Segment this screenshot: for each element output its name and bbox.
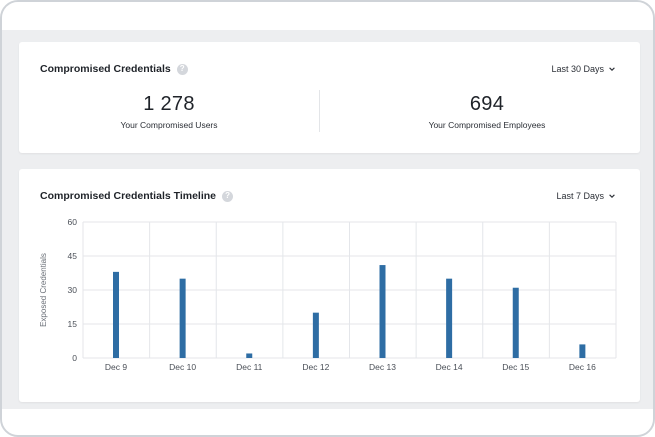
x-tick-label: Dec 13	[369, 362, 396, 372]
compromised-employees-label: Your Compromised Employees	[428, 120, 546, 130]
x-tick-label: Dec 10	[169, 362, 196, 372]
compromised-users-label: Your Compromised Users	[120, 120, 218, 130]
compromised-credentials-card: Compromised Credentials ? Last 30 Days 1…	[19, 42, 640, 153]
compromised-users-stat: 1 278 Your Compromised Users	[19, 93, 319, 130]
credentials-title-text: Compromised Credentials	[40, 63, 171, 75]
bar-dec-16	[579, 344, 586, 358]
x-tick-label: Dec 16	[569, 362, 596, 372]
bottom-bar	[2, 409, 653, 435]
compromised-employees-stat: 694 Your Compromised Employees	[337, 93, 637, 130]
compromised-users-value: 1 278	[143, 93, 195, 115]
x-tick-label: Dec 12	[302, 362, 329, 372]
bar-dec-10	[179, 278, 186, 358]
x-tick-label: Dec 15	[502, 362, 529, 372]
stat-divider	[319, 90, 320, 132]
x-tick-label: Dec 11	[236, 362, 263, 372]
credentials-timeline-card: Compromised Credentials Timeline ? Last …	[19, 169, 640, 402]
credentials-card-title: Compromised Credentials ?	[40, 63, 188, 75]
bar-dec-9	[113, 271, 119, 358]
y-tick-label: 30	[68, 285, 78, 295]
y-axis-title: Exposed Credentials	[39, 253, 48, 327]
bar-dec-14	[446, 278, 453, 358]
y-tick-label: 0	[72, 353, 77, 363]
question-circle-icon[interactable]: ?	[176, 63, 188, 75]
bar-dec-12	[312, 312, 319, 358]
top-bar	[2, 2, 653, 30]
credentials-period-label: Last 30 Days	[551, 64, 604, 74]
credentials-period-dropdown[interactable]: Last 30 Days	[551, 64, 616, 74]
timeline-chart: 0 15 30 45 60 Exposed Credentials Dec 9 Dec 10 D…	[19, 169, 640, 402]
app-frame: Compromised Credentials ? Last 30 Days 1…	[0, 0, 655, 437]
timeline-chart-svg: 0 15 30 45 60 Exposed Credentials Dec 9 Dec 10 D…	[39, 217, 617, 372]
compromised-employees-value: 694	[469, 93, 505, 115]
bar-dec-11	[246, 353, 253, 358]
chevron-down-icon	[609, 67, 615, 71]
x-tick-label: Dec 9	[105, 362, 127, 372]
y-tick-label: 45	[68, 251, 78, 261]
bar-dec-15	[512, 287, 519, 358]
x-tick-label: Dec 14	[436, 362, 463, 372]
y-tick-label: 60	[68, 217, 78, 227]
bar-dec-13	[379, 265, 386, 358]
y-tick-label: 15	[68, 319, 78, 329]
